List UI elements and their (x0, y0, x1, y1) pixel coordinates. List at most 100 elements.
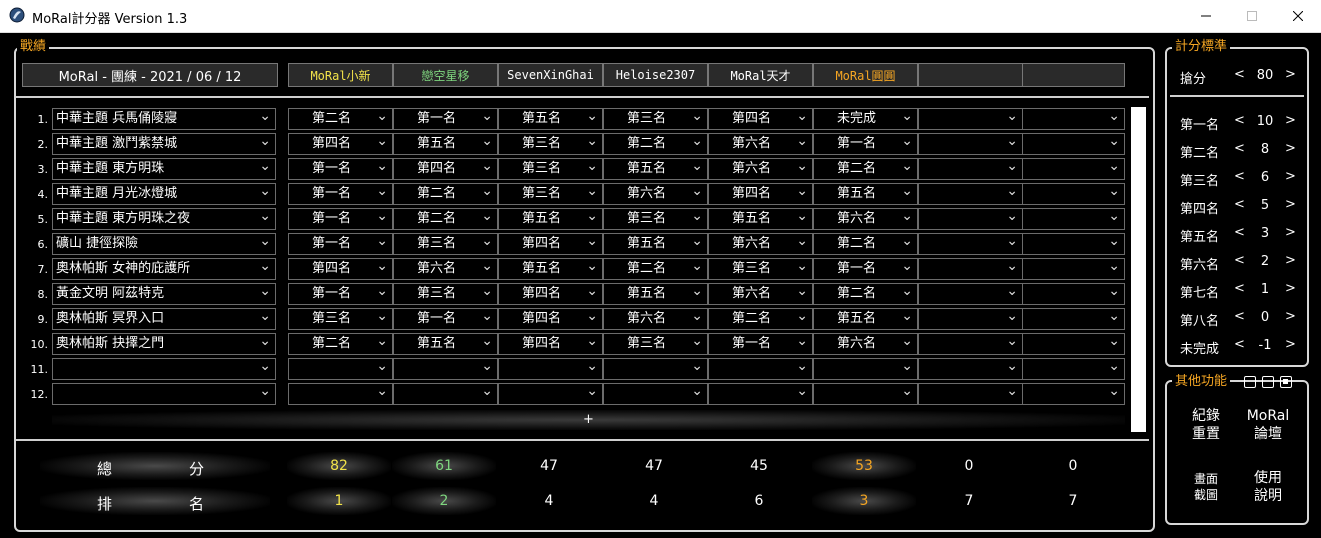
theme-square-icon-3[interactable] (1280, 376, 1292, 388)
rank-select[interactable]: ⌄ (603, 383, 708, 405)
rank-select[interactable]: ⌄ (288, 383, 393, 405)
rank-select[interactable]: ⌄ (918, 333, 1023, 355)
decrease-button[interactable]: < (1234, 113, 1245, 128)
rank-select[interactable]: 第一名 ⌄ (393, 108, 498, 130)
rank-select[interactable]: 第五名 ⌄ (813, 308, 918, 330)
rank-select[interactable]: ⌄ (918, 283, 1023, 305)
rank-select[interactable]: ⌄ (918, 133, 1023, 155)
rank-select[interactable]: 第三名 ⌄ (498, 183, 603, 205)
rank-select[interactable]: 第二名 ⌄ (813, 283, 918, 305)
rank-select[interactable]: 第三名 ⌄ (498, 133, 603, 155)
rank-select[interactable]: 第五名 ⌄ (498, 108, 603, 130)
event-title[interactable]: MoRal - 團練 - 2021 / 06 / 12 (22, 63, 278, 87)
rank-select[interactable]: 第四名 ⌄ (708, 108, 813, 130)
rank-select[interactable]: 第五名 ⌄ (393, 133, 498, 155)
rank-select[interactable]: ⌄ (1022, 133, 1125, 155)
player-name-2[interactable]: 戀空星移 (393, 63, 498, 87)
rank-select[interactable]: 第三名 ⌄ (498, 158, 603, 180)
rank-select[interactable]: 第五名 ⌄ (393, 333, 498, 355)
rank-select[interactable]: ⌄ (813, 358, 918, 380)
player-name-5[interactable]: MoRal天才 (708, 63, 813, 87)
map-select[interactable]: ⌄ (52, 358, 276, 380)
reset-records-button[interactable]: 紀錄 重置 (1176, 407, 1236, 443)
screenshot-button[interactable]: 畫面 截圖 (1176, 471, 1236, 503)
help-button[interactable]: 使用 說明 (1238, 469, 1298, 505)
rank-select[interactable]: ⌄ (918, 358, 1023, 380)
rank-select[interactable]: 第二名 ⌄ (393, 208, 498, 230)
rank-select[interactable]: 第四名 ⌄ (498, 283, 603, 305)
rank-select[interactable]: ⌄ (603, 358, 708, 380)
rank-select[interactable]: 第四名 ⌄ (708, 183, 813, 205)
rank-select[interactable]: ⌄ (393, 358, 498, 380)
rank-select[interactable]: 第四名 ⌄ (498, 333, 603, 355)
player-name-1[interactable]: MoRal小新 (288, 63, 393, 87)
rank-select[interactable]: ⌄ (498, 358, 603, 380)
maximize-button[interactable] (1229, 0, 1275, 32)
rank-select[interactable]: ⌄ (918, 233, 1023, 255)
rank-select[interactable]: 第二名 ⌄ (813, 233, 918, 255)
rank-select[interactable]: 第一名 ⌄ (393, 308, 498, 330)
rank-select[interactable]: 第四名 ⌄ (498, 233, 603, 255)
increase-button[interactable]: > (1285, 141, 1296, 156)
rank-select[interactable]: 第五名 ⌄ (603, 283, 708, 305)
steal-decrease-button[interactable]: < (1234, 67, 1245, 82)
rank-select[interactable]: 第六名 ⌄ (603, 183, 708, 205)
player-name-7[interactable] (918, 63, 1023, 87)
map-select[interactable]: 黃金文明 阿茲特克 ⌄ (52, 283, 276, 305)
rank-select[interactable]: 第三名 ⌄ (603, 208, 708, 230)
rank-select[interactable]: 第二名 ⌄ (393, 183, 498, 205)
rank-select[interactable]: ⌄ (708, 383, 813, 405)
rank-select[interactable]: 第三名 ⌄ (603, 108, 708, 130)
rank-select[interactable]: 第五名 ⌄ (498, 258, 603, 280)
rank-select[interactable]: ⌄ (813, 383, 918, 405)
rank-select[interactable]: 第六名 ⌄ (813, 333, 918, 355)
forum-button[interactable]: MoRal 論壇 (1238, 407, 1298, 443)
rank-select[interactable]: 第二名 ⌄ (288, 108, 393, 130)
rank-select[interactable]: 第六名 ⌄ (708, 283, 813, 305)
rank-select[interactable]: 第一名 ⌄ (288, 233, 393, 255)
rank-select[interactable]: ⌄ (1022, 358, 1125, 380)
map-select[interactable]: 奧林帕斯 女神的庇護所 ⌄ (52, 258, 276, 280)
rank-select[interactable]: 第二名 ⌄ (603, 133, 708, 155)
increase-button[interactable]: > (1285, 309, 1296, 324)
rank-select[interactable]: 第六名 ⌄ (708, 158, 813, 180)
player-name-3[interactable]: SevenXinGhai (498, 63, 603, 87)
rank-select[interactable]: 第一名 ⌄ (813, 258, 918, 280)
rank-select[interactable]: 第六名 ⌄ (393, 258, 498, 280)
rank-select[interactable]: 第三名 ⌄ (603, 333, 708, 355)
rank-select[interactable]: ⌄ (918, 108, 1023, 130)
decrease-button[interactable]: < (1234, 197, 1245, 212)
rank-select[interactable]: ⌄ (1022, 108, 1125, 130)
rank-select[interactable]: ⌄ (918, 183, 1023, 205)
player-name-8[interactable] (1022, 63, 1125, 87)
rank-select[interactable]: 第一名 ⌄ (288, 208, 393, 230)
map-select[interactable]: 奧林帕斯 冥界入口 ⌄ (52, 308, 276, 330)
player-name-6[interactable]: MoRal圓圓 (813, 63, 918, 87)
rank-select[interactable]: ⌄ (1022, 283, 1125, 305)
rank-select[interactable]: 第三名 ⌄ (393, 283, 498, 305)
close-button[interactable] (1275, 0, 1321, 32)
rank-select[interactable]: 第六名 ⌄ (813, 208, 918, 230)
rank-select[interactable]: ⌄ (1022, 158, 1125, 180)
steal-increase-button[interactable]: > (1285, 67, 1296, 82)
rank-select[interactable]: 第二名 ⌄ (708, 308, 813, 330)
rank-select[interactable]: ⌄ (1022, 258, 1125, 280)
rank-select[interactable]: ⌄ (1022, 308, 1125, 330)
rank-select[interactable]: ⌄ (1022, 208, 1125, 230)
rank-select[interactable]: 第五名 ⌄ (498, 208, 603, 230)
minimize-button[interactable] (1183, 0, 1229, 32)
decrease-button[interactable]: < (1234, 253, 1245, 268)
decrease-button[interactable]: < (1234, 281, 1245, 296)
rank-select[interactable]: 第四名 ⌄ (288, 258, 393, 280)
increase-button[interactable]: > (1285, 337, 1296, 352)
increase-button[interactable]: > (1285, 253, 1296, 268)
rank-select[interactable]: ⌄ (1022, 183, 1125, 205)
rank-select[interactable]: 第六名 ⌄ (603, 308, 708, 330)
rank-select[interactable]: 第四名 ⌄ (393, 158, 498, 180)
rank-select[interactable]: 第一名 ⌄ (288, 158, 393, 180)
rank-select[interactable]: ⌄ (393, 383, 498, 405)
rank-select[interactable]: 第五名 ⌄ (708, 208, 813, 230)
rank-select[interactable]: 第五名 ⌄ (813, 183, 918, 205)
decrease-button[interactable]: < (1234, 337, 1245, 352)
rank-select[interactable]: 第五名 ⌄ (603, 233, 708, 255)
